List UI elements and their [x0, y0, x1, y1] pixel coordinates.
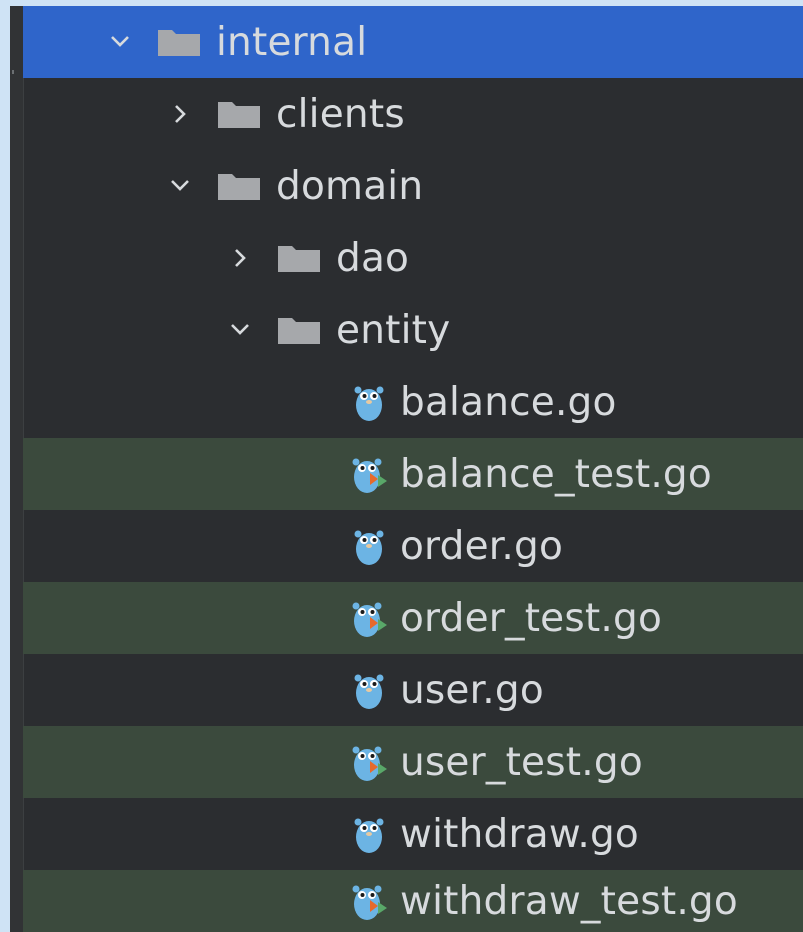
- tree-file-user-test-go[interactable]: user_test.go: [23, 726, 803, 798]
- tree-node-label: entity: [336, 307, 451, 353]
- chevron-down-icon[interactable]: [170, 168, 190, 204]
- folder-icon: [215, 168, 263, 204]
- tree-node-domain[interactable]: domain: [23, 150, 803, 222]
- tree-node-label: internal: [216, 19, 368, 65]
- tree-node-label: domain: [276, 163, 424, 209]
- tree-file-user-go[interactable]: user.go: [23, 654, 803, 726]
- tree-file-balance-test-go[interactable]: balance_test.go: [23, 438, 803, 510]
- tree-node-internal[interactable]: internal: [23, 6, 803, 78]
- file-label: order_test.go: [400, 595, 663, 641]
- tree-file-order-test-go[interactable]: order_test.go: [23, 582, 803, 654]
- go-test-gopher-icon: [350, 741, 388, 783]
- tree-file-balance-go[interactable]: balance.go: [23, 366, 803, 438]
- go-test-gopher-icon: [350, 880, 388, 922]
- go-test-gopher-icon: [350, 597, 388, 639]
- chevron-down-icon[interactable]: [110, 24, 130, 60]
- file-label: balance_test.go: [400, 451, 712, 497]
- tree-node-dao[interactable]: dao: [23, 222, 803, 294]
- folder-icon: [155, 24, 203, 60]
- tree-node-entity[interactable]: entity: [23, 294, 803, 366]
- go-test-gopher-icon: [350, 453, 388, 495]
- file-label: withdraw.go: [400, 811, 639, 857]
- folder-icon: [215, 96, 263, 132]
- folder-icon: [275, 312, 323, 348]
- file-label: order.go: [400, 523, 564, 569]
- go-gopher-icon: [350, 813, 388, 855]
- tree-file-order-go[interactable]: order.go: [23, 510, 803, 582]
- tree-node-label: clients: [276, 91, 405, 137]
- folder-icon: [275, 240, 323, 276]
- file-label: withdraw_test.go: [400, 878, 738, 924]
- tree-node-label: dao: [336, 235, 410, 281]
- gutter-marker: [12, 70, 14, 74]
- left-gutter: [10, 6, 24, 932]
- go-gopher-icon: [350, 525, 388, 567]
- file-label: user.go: [400, 667, 544, 713]
- chevron-right-icon[interactable]: [170, 96, 190, 132]
- tree-file-withdraw-test-go[interactable]: withdraw_test.go: [23, 870, 803, 932]
- tree-file-withdraw-go[interactable]: withdraw.go: [23, 798, 803, 870]
- go-gopher-icon: [350, 669, 388, 711]
- tree-node-clients[interactable]: clients: [23, 78, 803, 150]
- screenshot-frame: internal clients domain dao entity balan…: [0, 0, 803, 932]
- file-label: user_test.go: [400, 739, 643, 785]
- chevron-right-icon[interactable]: [230, 240, 250, 276]
- go-gopher-icon: [350, 381, 388, 423]
- project-tree-panel: internal clients domain dao entity balan…: [10, 6, 803, 932]
- file-label: balance.go: [400, 379, 617, 425]
- chevron-down-icon[interactable]: [230, 312, 250, 348]
